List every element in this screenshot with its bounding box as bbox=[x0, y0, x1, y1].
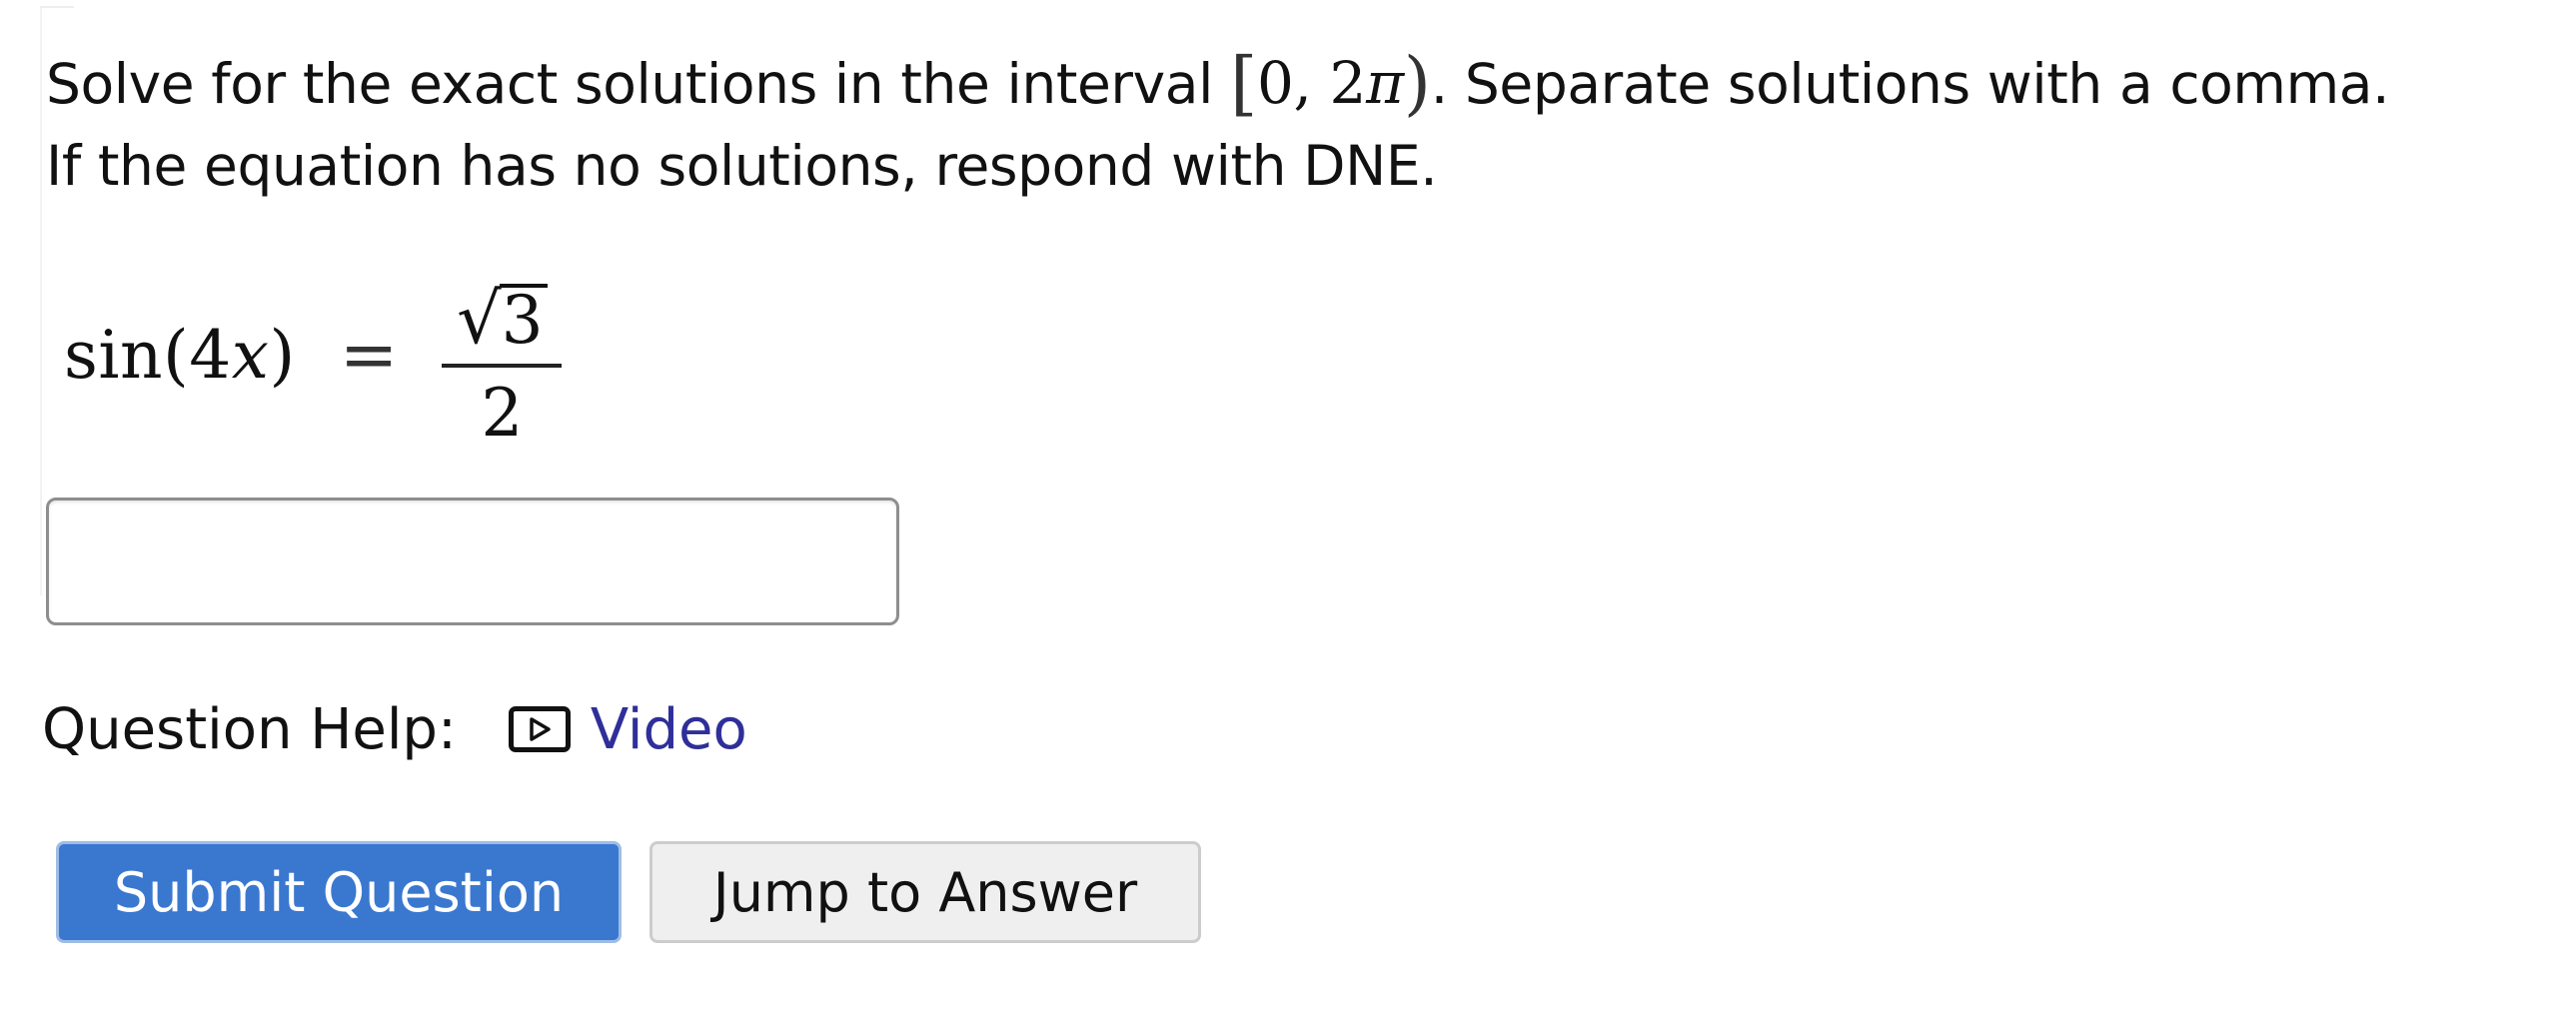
prompt-line-1: Solve for the exact solutions in the int… bbox=[46, 42, 2524, 125]
content-left-rule bbox=[40, 6, 42, 595]
question-help: Question Help: Video bbox=[42, 689, 747, 769]
question-prompt: Solve for the exact solutions in the int… bbox=[46, 42, 2524, 207]
interval-close-paren: ) bbox=[1403, 42, 1431, 124]
radicand: 3 bbox=[499, 284, 548, 354]
equation-lhs-func: sin(4 bbox=[64, 316, 232, 394]
content-top-rule bbox=[40, 6, 74, 8]
fraction: √ 3 2 bbox=[442, 258, 563, 452]
prompt-text: Solve for the exact solutions in the int… bbox=[46, 52, 1231, 116]
prompt-text-after: . Separate solutions with a comma. bbox=[1430, 52, 2390, 116]
fraction-denominator: 2 bbox=[481, 375, 524, 452]
question-help-label: Question Help: bbox=[42, 696, 457, 762]
equation-variable: x bbox=[231, 316, 270, 394]
fraction-numerator: √ 3 bbox=[457, 258, 548, 364]
play-triangle-icon bbox=[530, 717, 551, 741]
interval-pi: π bbox=[1366, 49, 1404, 117]
video-play-icon[interactable] bbox=[508, 706, 571, 752]
equation-lhs-close: ) bbox=[269, 316, 296, 394]
square-root-sign: √ bbox=[457, 278, 502, 360]
interval-values: 0, 2 bbox=[1256, 49, 1367, 117]
video-link[interactable]: Video bbox=[591, 697, 747, 762]
equation: sin(4x) = √ 3 2 bbox=[64, 255, 563, 455]
interval-open-bracket: [ bbox=[1230, 42, 1257, 124]
answer-input[interactable] bbox=[46, 498, 899, 625]
jump-to-answer-button[interactable]: Jump to Answer bbox=[649, 841, 1201, 943]
submit-question-button[interactable]: Submit Question bbox=[56, 841, 622, 943]
prompt-line-2: If the equation has no solutions, respon… bbox=[46, 134, 1438, 198]
equation-lhs: sin(4x) bbox=[64, 317, 296, 394]
equals-sign: = bbox=[339, 314, 399, 396]
